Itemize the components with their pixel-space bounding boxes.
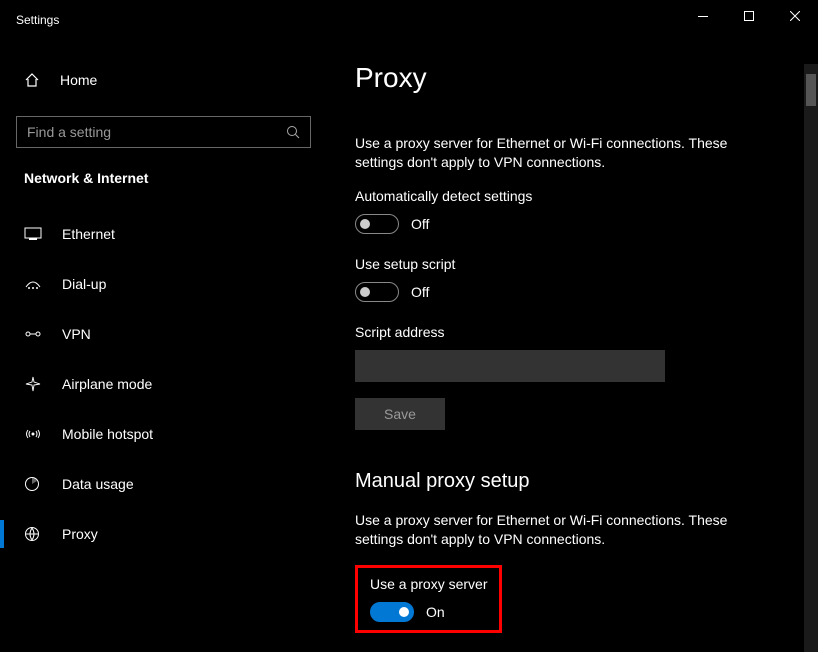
auto-detect-toggle[interactable] [355, 214, 399, 234]
page-title: Proxy [355, 62, 804, 94]
manual-section-title: Manual proxy setup [355, 470, 804, 493]
close-button[interactable] [772, 0, 818, 32]
use-proxy-state: On [426, 604, 445, 620]
auto-detect-state: Off [411, 216, 429, 232]
sidebar-item-label: Airplane mode [62, 376, 152, 392]
sidebar-item-dialup[interactable]: Dial-up [16, 264, 335, 304]
airplane-icon [24, 376, 44, 392]
script-address-label: Script address [355, 324, 804, 340]
search-box[interactable] [16, 116, 311, 148]
sidebar-item-label: Ethernet [62, 226, 115, 242]
dialup-icon [24, 277, 44, 291]
home-label: Home [60, 72, 97, 88]
sidebar-item-vpn[interactable]: VPN [16, 314, 335, 354]
sidebar-item-label: Proxy [62, 526, 98, 542]
highlight-box: Use a proxy server On [355, 565, 502, 633]
setup-script-label: Use setup script [355, 256, 804, 272]
window-title: Settings [16, 13, 59, 27]
sidebar-item-hotspot[interactable]: Mobile hotspot [16, 414, 335, 454]
search-icon [286, 125, 300, 139]
minimize-button[interactable] [680, 0, 726, 32]
vpn-icon [24, 327, 44, 341]
sidebar-item-label: Dial-up [62, 276, 106, 292]
sidebar-item-label: VPN [62, 326, 91, 342]
use-proxy-label: Use a proxy server [370, 576, 487, 592]
sidebar-item-label: Mobile hotspot [62, 426, 153, 442]
sidebar-item-ethernet[interactable]: Ethernet [16, 214, 335, 254]
sidebar: Home Network & Internet Ethernet Dial-up… [0, 40, 335, 652]
auto-detect-label: Automatically detect settings [355, 188, 804, 204]
sidebar-item-proxy[interactable]: Proxy [16, 514, 335, 554]
scroll-thumb[interactable] [806, 74, 816, 106]
titlebar: Settings [0, 0, 818, 40]
save-button[interactable]: Save [355, 398, 445, 430]
setup-script-toggle[interactable] [355, 282, 399, 302]
auto-description: Use a proxy server for Ethernet or Wi-Fi… [355, 134, 775, 172]
home-icon [24, 72, 44, 88]
search-input[interactable] [27, 124, 286, 140]
script-address-input[interactable] [355, 350, 665, 382]
caption-buttons [680, 0, 818, 40]
datausage-icon [24, 476, 44, 492]
maximize-button[interactable] [726, 0, 772, 32]
scrollbar[interactable] [804, 64, 818, 652]
home-nav[interactable]: Home [16, 60, 335, 100]
use-proxy-toggle[interactable] [370, 602, 414, 622]
manual-description: Use a proxy server for Ethernet or Wi-Fi… [355, 511, 775, 549]
category-label: Network & Internet [16, 170, 335, 186]
setup-script-state: Off [411, 284, 429, 300]
ethernet-icon [24, 227, 44, 241]
proxy-icon [24, 526, 44, 542]
sidebar-item-datausage[interactable]: Data usage [16, 464, 335, 504]
hotspot-icon [24, 426, 44, 442]
main-panel: Proxy Use a proxy server for Ethernet or… [335, 40, 804, 652]
sidebar-item-label: Data usage [62, 476, 134, 492]
sidebar-item-airplane[interactable]: Airplane mode [16, 364, 335, 404]
